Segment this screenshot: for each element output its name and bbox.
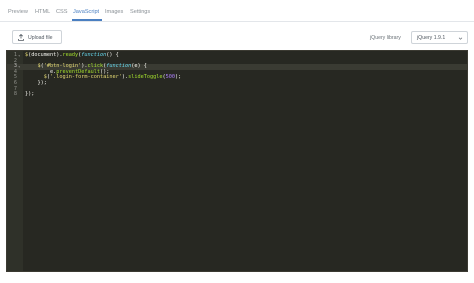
code-editor[interactable]: 1 ▾ $(document).ready(function() {2 3 ▾ $('#… xyxy=(6,50,468,272)
library-label: jQuery library xyxy=(370,35,401,41)
tab-css[interactable]: CSS xyxy=(56,9,68,15)
code-line[interactable]: 8}); xyxy=(7,92,467,98)
tab-settings[interactable]: Settings xyxy=(130,9,150,15)
upload-icon xyxy=(18,34,24,41)
code-lines: 1 ▾ $(document).ready(function() {2 3 ▾ $('#… xyxy=(7,52,467,98)
upload-file-button[interactable]: Upload file xyxy=(12,30,62,44)
tab-bar: Preview HTML CSS JavaScript Images Setti… xyxy=(0,0,474,22)
tab-preview[interactable]: Preview xyxy=(8,9,28,15)
library-selected-value: jQuery 1.9.1 xyxy=(417,35,446,41)
upload-file-label: Upload file xyxy=(28,34,53,41)
tab-images[interactable]: Images xyxy=(105,9,123,15)
line-number: 8 xyxy=(13,91,17,98)
active-tab-indicator xyxy=(72,19,102,21)
tab-javascript[interactable]: JavaScript xyxy=(73,9,99,15)
tab-html[interactable]: HTML xyxy=(35,9,50,15)
code-text: }); xyxy=(25,91,35,98)
library-select[interactable]: jQuery 1.9.1 xyxy=(411,31,468,44)
chevron-down-icon xyxy=(458,37,463,40)
editor-toolbar: Upload file jQuery library jQuery 1.9.1 xyxy=(6,26,468,50)
